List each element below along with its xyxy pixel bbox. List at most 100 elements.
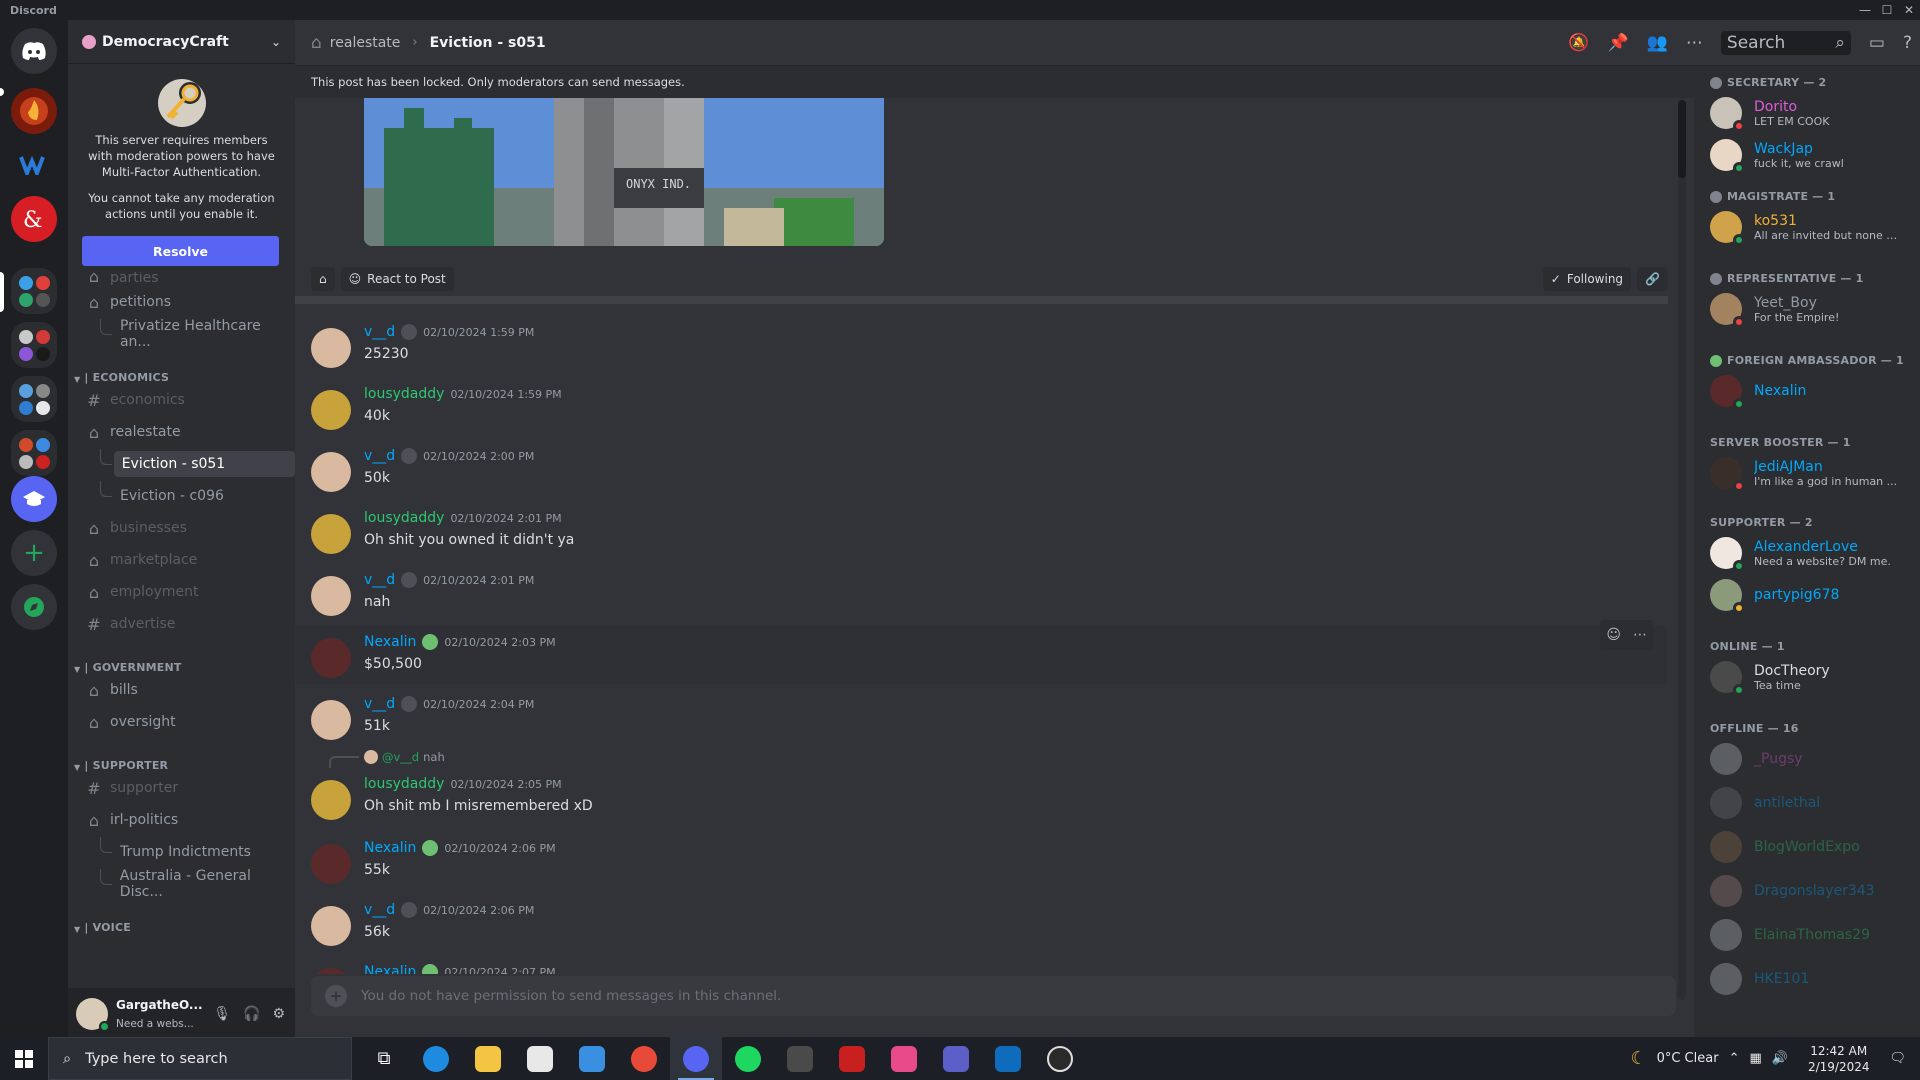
channel-oversight[interactable]: ⌂ oversight bbox=[68, 706, 295, 738]
inbox-icon[interactable]: ▭ bbox=[1869, 33, 1885, 53]
member-item[interactable]: AlexanderLove Need a website? DM me. bbox=[1702, 532, 1912, 574]
volume-icon[interactable]: 🔊 bbox=[1772, 1051, 1788, 1066]
member-item[interactable]: ElainaThomas29 bbox=[1702, 914, 1912, 956]
avatar[interactable] bbox=[76, 998, 110, 1032]
windows-start-icon[interactable] bbox=[0, 1049, 48, 1068]
server-folder-3[interactable] bbox=[11, 376, 57, 422]
channel-petitions[interactable]: ⌂ petitions bbox=[68, 286, 295, 318]
channel-realestate[interactable]: ⌂ realestate bbox=[68, 416, 295, 448]
intellij-icon[interactable] bbox=[878, 1037, 930, 1080]
category-supporter[interactable]: ▼ | SUPPORTER bbox=[68, 748, 295, 772]
member-list-icon[interactable]: 👥 bbox=[1647, 33, 1668, 53]
server-fire-icon[interactable] bbox=[11, 88, 57, 134]
mute-thread-icon[interactable]: 🔕 bbox=[1568, 33, 1589, 53]
message[interactable]: lousydaddy 02/10/2024 1:59 PM 40k bbox=[295, 378, 1667, 436]
maximize-button[interactable]: ☐ bbox=[1876, 3, 1898, 17]
message[interactable]: v__d 02/10/2024 2:06 PM 56k bbox=[295, 894, 1667, 952]
network-icon[interactable]: ▦ bbox=[1749, 1051, 1761, 1066]
avatar[interactable] bbox=[311, 514, 351, 554]
gear-icon[interactable]: ⚙ bbox=[272, 1006, 285, 1022]
message-author[interactable]: v__d bbox=[364, 696, 395, 712]
message[interactable]: v__d 02/10/2024 1:59 PM 25230 bbox=[295, 316, 1667, 374]
member-item[interactable]: HKE101 bbox=[1702, 958, 1912, 1000]
message-author[interactable]: Nexalin bbox=[364, 634, 416, 650]
avatar[interactable] bbox=[311, 390, 351, 430]
task-view-icon[interactable]: ⧉ bbox=[358, 1037, 410, 1080]
message-author[interactable]: v__d bbox=[364, 324, 395, 340]
message[interactable]: @v__d nah lousydaddy 02/10/2024 2:05 PM Oh… bbox=[295, 750, 1667, 828]
message[interactable]: v__d 02/10/2024 2:01 PM nah bbox=[295, 564, 1667, 622]
server-folder-4[interactable] bbox=[11, 430, 57, 476]
thread-eviction-s051[interactable]: Eviction - s051 bbox=[68, 448, 295, 480]
category-voice[interactable]: ▼ | VOICE bbox=[68, 910, 295, 934]
add-server-icon[interactable]: + bbox=[11, 530, 57, 576]
avatar[interactable] bbox=[311, 638, 351, 678]
outlook-icon[interactable] bbox=[982, 1037, 1034, 1080]
react-to-post-button[interactable]: ☺ React to Post bbox=[340, 267, 454, 291]
message[interactable]: v__d 02/10/2024 2:04 PM 51k bbox=[295, 688, 1667, 746]
chevron-up-icon[interactable]: ⌃ bbox=[1729, 1051, 1740, 1066]
mail-icon[interactable] bbox=[566, 1037, 618, 1080]
message-author[interactable]: lousydaddy bbox=[364, 386, 444, 402]
channel-businesses[interactable]: ⌂ businesses bbox=[68, 512, 295, 544]
teams-icon[interactable] bbox=[930, 1037, 982, 1080]
message-author[interactable]: lousydaddy bbox=[364, 510, 444, 526]
avatar[interactable] bbox=[311, 700, 351, 740]
minimize-button[interactable]: — bbox=[1854, 3, 1876, 17]
file-explorer-icon[interactable] bbox=[462, 1037, 514, 1080]
message[interactable]: lousydaddy 02/10/2024 2:01 PM Oh shit you… bbox=[295, 502, 1667, 560]
channel-advertise[interactable]: # advertise bbox=[68, 608, 295, 640]
channel-parties[interactable]: ⌂ parties bbox=[68, 272, 295, 286]
weather-text[interactable]: 0°C Clear bbox=[1657, 1051, 1719, 1066]
notifications-icon[interactable]: 🗨 bbox=[1889, 1051, 1906, 1066]
explore-servers-icon[interactable] bbox=[11, 584, 57, 630]
category-economics[interactable]: ▼ | ECONOMICS bbox=[68, 360, 295, 384]
message[interactable]: Nexalin 02/10/2024 2:07 PM bbox=[295, 956, 1667, 974]
copy-link-button[interactable]: 🔗 bbox=[1637, 267, 1668, 291]
member-item[interactable]: _Pugsy bbox=[1702, 738, 1912, 780]
member-item[interactable]: Dorito LET EM COOK bbox=[1702, 92, 1912, 134]
taskbar-search[interactable]: ⌕ Type here to search bbox=[48, 1037, 352, 1080]
member-item[interactable]: Yeet_Boy For the Empire! bbox=[1702, 288, 1912, 330]
channel-economics[interactable]: # economics bbox=[68, 384, 295, 416]
spotify-icon[interactable] bbox=[722, 1037, 774, 1080]
thread-trump-indictments[interactable]: Trump Indictments bbox=[68, 836, 295, 868]
store-icon[interactable] bbox=[514, 1037, 566, 1080]
category-government[interactable]: ▼ | GOVERNMENT bbox=[68, 650, 295, 674]
server-dnd-icon[interactable]: & bbox=[11, 196, 57, 242]
message[interactable]: v__d 02/10/2024 2:00 PM 50k bbox=[295, 440, 1667, 498]
channel-bills[interactable]: ⌂ bills bbox=[68, 674, 295, 706]
student-hub-icon[interactable] bbox=[11, 476, 57, 522]
chevron-down-icon[interactable]: ⌄ bbox=[271, 35, 281, 49]
thread-eviction-c096[interactable]: Eviction - c096 bbox=[68, 480, 295, 512]
member-item[interactable]: Dragonslayer343 bbox=[1702, 870, 1912, 912]
scrollbar[interactable] bbox=[1678, 100, 1686, 1000]
member-item[interactable]: ko531 All are invited but none ar... bbox=[1702, 206, 1912, 248]
help-icon[interactable]: ? bbox=[1903, 33, 1912, 53]
thread-privatize-healthcare[interactable]: Privatize Healthcare an... bbox=[68, 318, 295, 350]
avatar[interactable] bbox=[311, 968, 351, 974]
microphone-icon[interactable]: 🎙 bbox=[213, 1006, 231, 1022]
member-item[interactable]: Nexalin bbox=[1702, 370, 1912, 412]
avatar[interactable] bbox=[311, 844, 351, 884]
minecraft-icon[interactable] bbox=[774, 1037, 826, 1080]
member-item[interactable]: partypig678 bbox=[1702, 574, 1912, 616]
avatar[interactable] bbox=[311, 328, 351, 368]
discord-home-icon[interactable] bbox=[11, 28, 57, 74]
following-button[interactable]: ✓ Following bbox=[1542, 267, 1632, 291]
member-item[interactable]: JediAJMan I'm like a god in human ... bbox=[1702, 452, 1912, 494]
pin-icon[interactable]: 📌 bbox=[1608, 33, 1629, 53]
message-author[interactable]: Nexalin bbox=[364, 964, 416, 974]
message-author[interactable]: v__d bbox=[364, 572, 395, 588]
chrome-icon[interactable] bbox=[618, 1037, 670, 1080]
add-reaction-icon[interactable]: ☺ bbox=[1606, 627, 1621, 643]
more-options-icon[interactable]: ⋯ bbox=[1633, 627, 1647, 643]
search-input[interactable]: Search ⌕ bbox=[1720, 30, 1851, 55]
channel-supporter[interactable]: # supporter bbox=[68, 772, 295, 804]
channel-irl-politics[interactable]: ⌂ irl-politics bbox=[68, 804, 295, 836]
avatar[interactable] bbox=[311, 576, 351, 616]
breadcrumb-parent[interactable]: realestate bbox=[330, 35, 401, 51]
scrollbar-thumb[interactable] bbox=[1678, 100, 1686, 178]
post-image[interactable]: ONYX IND. bbox=[364, 98, 884, 246]
thread-australia-general[interactable]: Australia - General Disc... bbox=[68, 868, 295, 900]
